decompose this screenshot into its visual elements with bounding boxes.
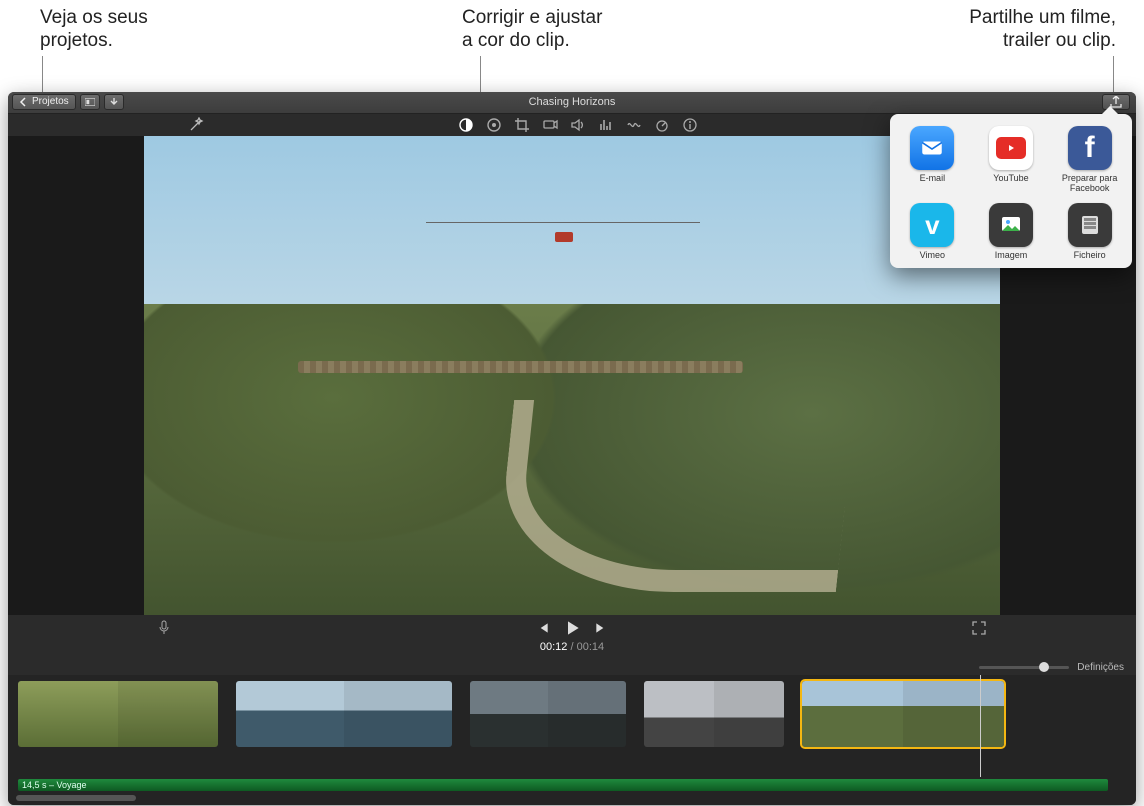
timeline-scrollbar[interactable] — [8, 795, 1136, 805]
share-option-label: Preparar para Facebook — [1054, 173, 1126, 193]
microphone-icon — [158, 620, 170, 636]
audio-lane: 14,5 s – Voyage — [8, 777, 1136, 795]
prev-button[interactable] — [536, 621, 550, 635]
scrollbar-thumb[interactable] — [16, 795, 136, 801]
cable-car — [555, 232, 573, 242]
play-button[interactable] — [564, 620, 580, 636]
file-icon — [1068, 203, 1112, 247]
volume-icon — [570, 117, 586, 133]
callout-line — [1113, 56, 1114, 92]
next-button[interactable] — [594, 621, 608, 635]
color-balance-icon — [458, 117, 474, 133]
share-option-image[interactable]: Imagem — [973, 199, 1050, 264]
equalizer-icon — [598, 117, 614, 133]
share-option-email[interactable]: E-mail — [894, 122, 971, 197]
media-library-button[interactable] — [80, 94, 100, 110]
voiceover-button[interactable] — [158, 620, 170, 636]
zoom-slider-knob[interactable] — [1039, 662, 1049, 672]
speed-icon — [654, 117, 670, 133]
share-option-facebook[interactable]: f Preparar para Facebook — [1051, 122, 1128, 197]
stabilize-button[interactable] — [542, 117, 558, 133]
share-option-label: Imagem — [995, 250, 1028, 260]
stabilize-icon — [542, 117, 558, 133]
projects-button-label: Projetos — [32, 95, 69, 109]
noise-reduction-button[interactable] — [626, 117, 642, 133]
info-button[interactable] — [682, 117, 698, 133]
audio-clip[interactable]: 14,5 s – Voyage — [18, 779, 1108, 791]
time-total: 00:14 — [577, 641, 605, 653]
callout-color: Corrigir e ajustara cor do clip. — [462, 6, 662, 52]
share-option-label: E-mail — [920, 173, 946, 183]
timeline-clip[interactable] — [236, 681, 452, 747]
crop-icon — [514, 117, 530, 133]
projects-button[interactable]: Projetos — [12, 94, 76, 110]
image-icon — [989, 203, 1033, 247]
share-option-label: YouTube — [993, 173, 1028, 183]
share-option-label: Ficheiro — [1074, 250, 1106, 260]
titlebar-left-group: Projetos — [12, 94, 124, 110]
callout-line — [42, 56, 43, 92]
timeline-clip[interactable] — [802, 681, 1004, 747]
titlebar: Projetos Chasing Horizons — [8, 92, 1136, 114]
share-option-youtube[interactable]: YouTube — [973, 122, 1050, 197]
library-icon — [85, 97, 95, 107]
callout-share: Partilhe um filme,trailer ou clip. — [856, 6, 1116, 52]
skip-forward-icon — [594, 621, 608, 635]
zoom-slider[interactable] — [979, 666, 1069, 669]
share-option-vimeo[interactable]: v Vimeo — [894, 199, 971, 264]
noise-reduction-icon — [626, 117, 642, 133]
color-balance-button[interactable] — [458, 117, 474, 133]
imovie-window: Projetos Chasing Horizons — [8, 92, 1136, 805]
color-wheel-button[interactable] — [486, 117, 502, 133]
time-current: 00:12 — [540, 641, 568, 653]
color-wheel-icon — [486, 117, 502, 133]
chevron-left-icon — [19, 97, 29, 107]
timeline-clip[interactable] — [18, 681, 218, 747]
preview-frame — [144, 136, 1000, 615]
fullscreen-icon — [972, 621, 986, 635]
facebook-icon: f — [1068, 126, 1112, 170]
auto-enhance-button[interactable] — [188, 117, 204, 133]
playback-controls — [8, 615, 1136, 641]
share-option-label: Vimeo — [920, 250, 945, 260]
timeline-options-row: Definições — [8, 659, 1136, 675]
speed-button[interactable] — [654, 117, 670, 133]
share-popover: E-mail YouTube f Preparar para Facebook v Vim… — [890, 114, 1132, 268]
crop-button[interactable] — [514, 117, 530, 133]
import-button[interactable] — [104, 94, 124, 110]
youtube-icon — [989, 126, 1033, 170]
timeline[interactable] — [8, 675, 1136, 777]
volume-button[interactable] — [570, 117, 586, 133]
window-title: Chasing Horizons — [8, 96, 1136, 108]
timeline-clip[interactable] — [644, 681, 784, 747]
vimeo-icon: v — [910, 203, 954, 247]
equalizer-button[interactable] — [598, 117, 614, 133]
callout-projects: Veja os seusprojetos. — [40, 6, 240, 52]
play-icon — [564, 620, 580, 636]
skip-back-icon — [536, 621, 550, 635]
download-arrow-icon — [109, 97, 119, 107]
fullscreen-button[interactable] — [972, 621, 986, 635]
audio-clip-label: 14,5 s – Voyage — [22, 780, 87, 790]
time-readout: 00:12 / 00:14 — [8, 641, 1136, 659]
playhead[interactable] — [980, 675, 981, 777]
email-icon — [910, 126, 954, 170]
settings-link[interactable]: Definições — [1077, 662, 1124, 673]
timeline-clip[interactable] — [470, 681, 626, 747]
annotation-callouts: Veja os seusprojetos. Corrigir e ajustar… — [0, 0, 1144, 92]
info-icon — [682, 117, 698, 133]
share-option-file[interactable]: Ficheiro — [1051, 199, 1128, 264]
